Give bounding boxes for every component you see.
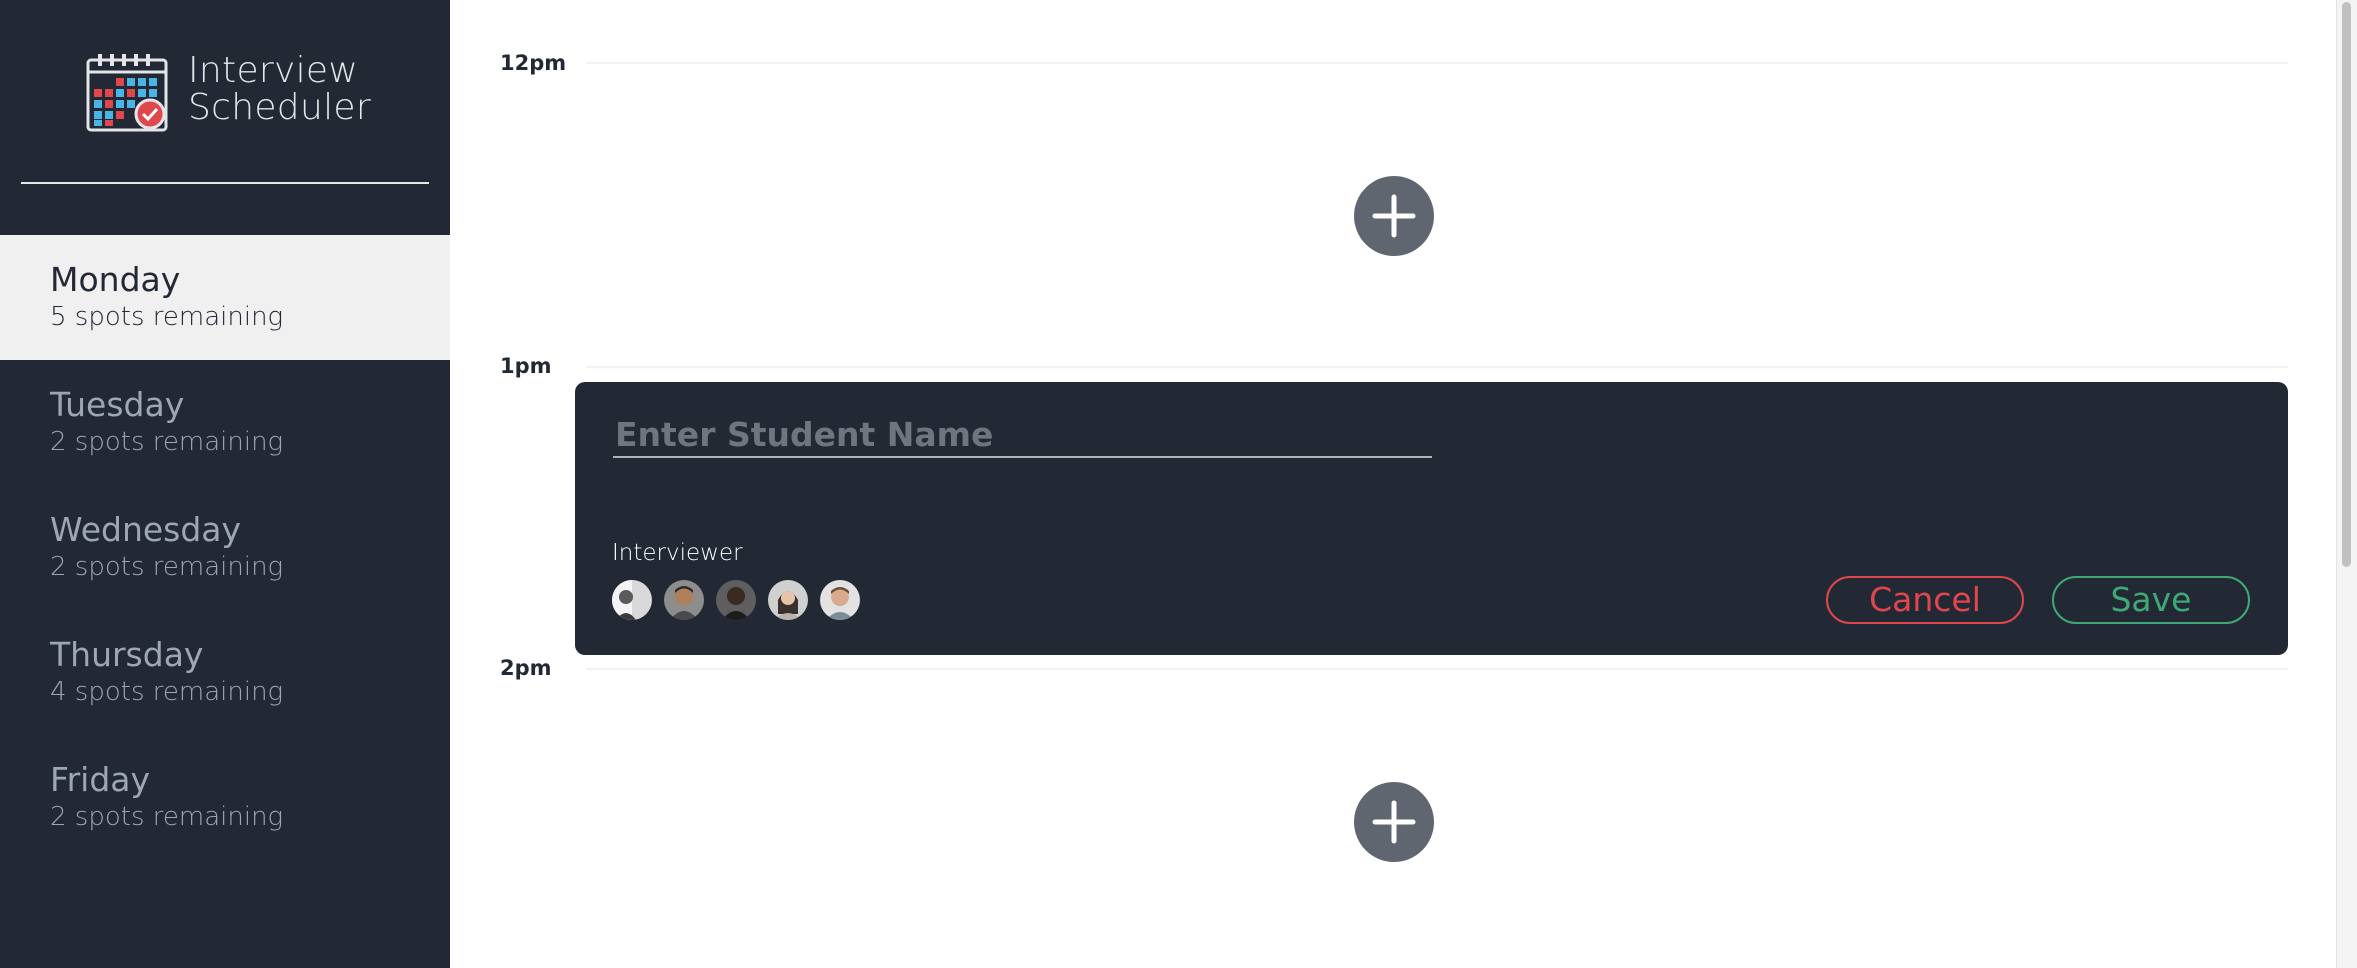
time-divider	[586, 366, 2288, 368]
app-title-line1: Interview	[188, 50, 359, 91]
interviewer-avatar[interactable]	[664, 580, 704, 620]
student-name-input[interactable]	[613, 412, 1432, 458]
interviewer-avatar[interactable]	[820, 580, 860, 620]
day-list: Monday 5 spots remaining Tuesday 2 spots…	[0, 235, 450, 860]
calendar-logo-icon	[86, 54, 170, 132]
time-divider	[586, 668, 2288, 670]
interviewer-avatar[interactable]	[716, 580, 756, 620]
interviewer-label: Interviewer	[612, 540, 743, 566]
plus-icon	[1372, 194, 1416, 238]
add-appointment-button[interactable]	[1354, 176, 1434, 256]
scrollbar-thumb[interactable]	[2342, 2, 2351, 567]
time-label-2pm: 2pm	[500, 656, 552, 680]
cancel-button[interactable]: Cancel	[1826, 576, 2024, 624]
day-item-wednesday[interactable]: Wednesday 2 spots remaining	[0, 485, 450, 610]
app-title: Interview Scheduler	[188, 52, 371, 126]
save-button[interactable]: Save	[2052, 576, 2250, 624]
day-spots: 4 spots remaining	[50, 677, 284, 707]
appointment-form: Interviewer	[575, 382, 2288, 655]
scrollbar[interactable]	[2336, 0, 2357, 968]
day-item-tuesday[interactable]: Tuesday 2 spots remaining	[0, 360, 450, 485]
time-label-12pm: 12pm	[500, 51, 567, 75]
day-item-monday[interactable]: Monday 5 spots remaining	[0, 235, 450, 360]
day-name: Thursday	[50, 635, 204, 674]
plus-icon	[1372, 800, 1416, 844]
day-spots: 2 spots remaining	[50, 427, 284, 457]
day-item-friday[interactable]: Friday 2 spots remaining	[0, 735, 450, 860]
interviewer-avatar[interactable]	[612, 580, 652, 620]
sidebar-divider	[21, 182, 429, 184]
day-name: Friday	[50, 760, 151, 799]
day-spots: 5 spots remaining	[50, 302, 284, 332]
sidebar: Interview Scheduler Monday 5 spots remai…	[0, 0, 450, 968]
add-appointment-button[interactable]	[1354, 782, 1434, 862]
day-spots: 2 spots remaining	[50, 802, 284, 832]
day-name: Monday	[50, 260, 181, 299]
day-spots: 2 spots remaining	[50, 552, 284, 582]
interviewer-avatar[interactable]	[768, 580, 808, 620]
app-title-line2: Scheduler	[188, 87, 371, 128]
day-name: Wednesday	[50, 510, 242, 549]
time-label-1pm: 1pm	[500, 354, 552, 378]
time-divider	[586, 62, 2288, 64]
day-name: Tuesday	[50, 385, 185, 424]
day-item-thursday[interactable]: Thursday 4 spots remaining	[0, 610, 450, 735]
